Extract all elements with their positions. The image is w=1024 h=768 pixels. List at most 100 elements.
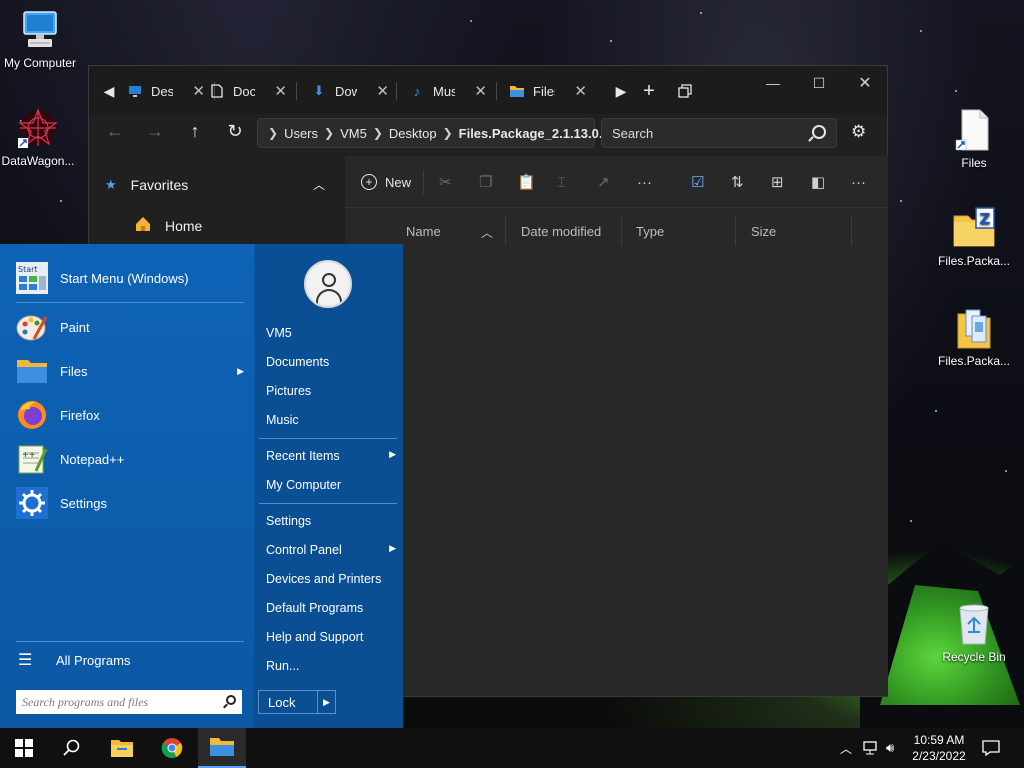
breadcrumb-vm5[interactable]: VM5 — [340, 126, 367, 141]
tab-scroll-right-button[interactable]: ▶ — [609, 80, 633, 102]
start-menu-place-run[interactable]: Run... — [266, 659, 396, 673]
sidebar-item-home[interactable]: Home — [135, 216, 202, 235]
chevron-right-icon: ❯ — [324, 126, 335, 140]
more-options-button-2[interactable]: ··· — [851, 172, 866, 192]
start-menu-item-start-menu-windows[interactable]: Start Start Menu (Windows) — [16, 260, 244, 296]
address-bar[interactable]: ❯ Users ❯ VM5 ❯ Desktop ❯ Files.Package_… — [257, 118, 637, 148]
desktop-icon-datawagon[interactable]: DataWagon... — [0, 106, 78, 168]
tab-files[interactable]: Files ✕ — [503, 80, 593, 102]
layout-button[interactable]: ⊞ — [771, 172, 784, 192]
sidebar-favorites[interactable]: ★ Favorites ︿ — [105, 176, 325, 193]
close-icon[interactable]: ✕ — [574, 82, 587, 100]
column-header-size[interactable]: Size — [751, 224, 776, 239]
start-menu-item-firefox[interactable]: Firefox — [16, 397, 244, 433]
sort-button[interactable]: ⇅ — [731, 172, 744, 192]
column-header-name[interactable]: Name — [406, 224, 441, 239]
all-programs-button[interactable]: ☰ All Programs — [16, 642, 244, 678]
desktop-icon-recycle-bin[interactable]: Recycle Bin — [934, 602, 1014, 664]
start-menu-place-help-and-support[interactable]: Help and Support — [266, 630, 396, 644]
clock[interactable]: 10:59 AM 2/23/2022 — [908, 732, 970, 764]
paste-button[interactable]: 📋 — [517, 172, 536, 192]
start-menu-item-notepad-plus-plus[interactable]: ++ Notepad++ — [16, 441, 244, 477]
column-header-type[interactable]: Type — [636, 224, 664, 239]
close-window-button[interactable]: ✕ — [847, 72, 883, 94]
lock-button[interactable]: Lock ▶ — [258, 690, 336, 714]
chevron-up-icon[interactable]: ︿ — [313, 176, 325, 193]
more-options-button[interactable]: ··· — [637, 172, 652, 192]
search-box[interactable] — [601, 118, 837, 148]
settings-gear-icon[interactable]: ⚙ — [851, 122, 866, 142]
taskbar: ︿ 🔊︎ 10:59 AM 2/23/2022 — [0, 728, 1024, 768]
start-menu-place-my-computer[interactable]: My Computer — [266, 478, 396, 492]
start-menu-place-settings[interactable]: Settings — [266, 514, 396, 528]
refresh-button[interactable]: ↻ — [221, 118, 249, 144]
new-button[interactable]: + New — [361, 172, 411, 192]
start-menu-place-devices-and-printers[interactable]: Devices and Printers — [266, 572, 396, 586]
close-icon[interactable]: ✕ — [474, 82, 487, 100]
column-separator[interactable] — [505, 216, 506, 246]
start-menu-place-default-programs[interactable]: Default Programs — [266, 601, 396, 615]
start-menu-place-vm5[interactable]: VM5 — [266, 326, 396, 340]
start-menu-item-settings[interactable]: Settings — [16, 485, 244, 521]
copy-button[interactable]: ❐ — [479, 172, 492, 192]
network-icon[interactable] — [862, 740, 880, 759]
start-menu-place-recent-items[interactable]: Recent Items ▶ — [266, 449, 396, 463]
start-menu-place-pictures[interactable]: Pictures — [266, 384, 396, 398]
close-icon[interactable]: ✕ — [376, 82, 389, 100]
forward-button[interactable]: → — [141, 118, 169, 144]
chrome-icon — [161, 738, 183, 758]
desktop-icon-files[interactable]: Files — [934, 108, 1014, 170]
cut-button[interactable]: ✂ — [439, 172, 452, 192]
search-icon[interactable] — [812, 125, 826, 139]
desktop-icon-files-package-zip[interactable]: Z Files.Packa... — [934, 206, 1014, 268]
rename-button[interactable]: ⌶ — [557, 172, 566, 192]
tab-documents[interactable]: Documents ✕ — [203, 80, 293, 102]
column-separator[interactable] — [621, 216, 622, 246]
minimize-button[interactable]: — — [755, 72, 791, 94]
breadcrumb-desktop[interactable]: Desktop — [389, 126, 437, 141]
desktop-icon-label: DataWagon... — [1, 154, 75, 168]
taskbar-chrome[interactable] — [148, 728, 196, 768]
select-button[interactable]: ☑ — [691, 172, 704, 192]
breadcrumb-users[interactable]: Users — [284, 126, 318, 141]
search-input[interactable] — [612, 125, 802, 141]
start-menu-place-documents[interactable]: Documents — [266, 355, 396, 369]
show-hidden-icons-button[interactable]: ︿ — [840, 740, 852, 757]
start-menu-place-control-panel[interactable]: Control Panel ▶ — [266, 543, 396, 557]
notifications-button[interactable] — [982, 740, 1000, 759]
back-button[interactable]: ← — [101, 118, 129, 144]
tab-music[interactable]: ♪ Music ✕ — [403, 80, 493, 102]
tab-desktop[interactable]: Desktop ✕ — [121, 80, 211, 102]
taskbar-file-explorer[interactable] — [98, 728, 146, 768]
tab-downloads[interactable]: ⬇ Downloads ✕ — [305, 80, 395, 102]
volume-icon[interactable]: 🔊︎ — [886, 740, 894, 756]
breadcrumb-current[interactable]: Files.Package_2.1.13.0.zip — [459, 126, 621, 141]
clock-time: 10:59 AM — [913, 733, 965, 747]
start-menu-search-box[interactable] — [16, 690, 242, 714]
maximize-button[interactable]: ☐ — [801, 72, 837, 94]
avatar[interactable] — [304, 260, 352, 308]
search-icon[interactable] — [226, 695, 236, 705]
column-separator[interactable] — [851, 216, 852, 246]
start-menu-place-music[interactable]: Music — [266, 413, 396, 427]
new-tab-button[interactable]: + — [637, 80, 661, 102]
tab-label: Documents — [233, 83, 255, 99]
sort-ascending-icon[interactable]: ︿ — [481, 224, 493, 241]
taskbar-files-app[interactable] — [198, 728, 246, 768]
start-menu-item-paint[interactable]: Paint — [16, 309, 244, 345]
desktop-icon-files-package[interactable]: Files.Packa... — [934, 306, 1014, 368]
share-button[interactable]: ↗ — [597, 172, 610, 192]
preview-pane-button[interactable]: ◧ — [811, 172, 825, 192]
column-separator[interactable] — [735, 216, 736, 246]
start-menu-item-files[interactable]: Files ▶ — [16, 353, 244, 389]
up-button[interactable]: ↑ — [181, 118, 209, 144]
power-options-arrow-button[interactable]: ▶ — [317, 691, 335, 713]
tab-overview-button[interactable] — [673, 80, 697, 102]
taskbar-search-button[interactable] — [48, 728, 96, 768]
column-header-date-modified[interactable]: Date modified — [521, 224, 601, 239]
close-icon[interactable]: ✕ — [274, 82, 287, 100]
start-menu-search-input[interactable] — [22, 694, 212, 710]
start-button[interactable] — [0, 728, 48, 768]
desktop-icon-my-computer[interactable]: My Computer — [0, 8, 80, 70]
tab-scroll-left-button[interactable]: ◀ — [97, 80, 121, 102]
